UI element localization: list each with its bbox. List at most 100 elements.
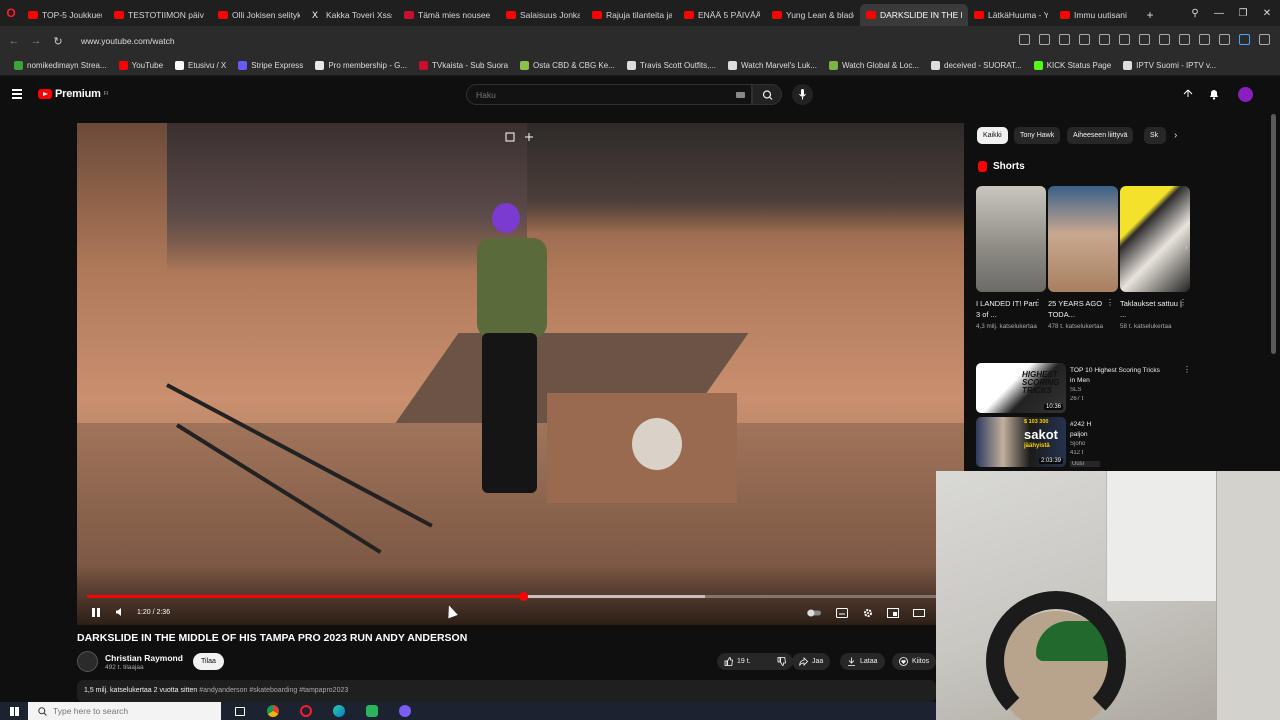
reload-button[interactable]: ↻	[47, 35, 69, 48]
shorts-next-arrow-icon[interactable]: ›	[1185, 243, 1188, 252]
cube-icon[interactable]	[1179, 34, 1190, 45]
filter-chip[interactable]: Sk	[1144, 127, 1166, 144]
close-window-button[interactable]: ✕	[1254, 0, 1280, 26]
new-tab-button[interactable]: +	[1140, 8, 1160, 22]
bookmark-item[interactable]: YouTube	[113, 61, 169, 70]
share-button[interactable]: Jaa	[792, 653, 831, 670]
recommended-title[interactable]: #242 H	[1070, 420, 1180, 430]
fullscreen-icon[interactable]	[913, 608, 925, 618]
expand-overlay-icon[interactable]	[524, 132, 534, 142]
filter-chip[interactable]: Kaikki	[977, 127, 1008, 144]
progress-bar[interactable]	[87, 592, 937, 601]
browser-tab[interactable]: X Kakka Toveri Xsssi	[306, 4, 398, 26]
filter-chip[interactable]: Aiheeseen liittyvä	[1067, 127, 1134, 144]
discord-app-icon[interactable]	[391, 702, 419, 720]
vpn-icon[interactable]	[1119, 34, 1130, 45]
play-icon[interactable]	[1139, 34, 1150, 45]
browser-tab[interactable]: ENÄÄ 5 PÄIVÄÄ ▲	[678, 4, 766, 26]
like-button[interactable]: 19 t.	[724, 657, 751, 666]
edit-icon[interactable]	[1039, 34, 1050, 45]
channel-avatar[interactable]	[77, 651, 98, 672]
short-menu-kebab-icon[interactable]: ⋮	[1106, 298, 1114, 307]
browser-tab[interactable]: Tämä mies nousee	[398, 4, 500, 26]
list-icon[interactable]	[1199, 34, 1210, 45]
task-view-icon[interactable]	[226, 702, 254, 720]
notifications-bell-icon[interactable]	[1207, 87, 1221, 101]
green-app-icon[interactable]	[358, 702, 386, 720]
browser-tab[interactable]: Immu uutisani	[1054, 4, 1140, 26]
heart-icon[interactable]	[1159, 34, 1170, 45]
filter-chip[interactable]: Tony Hawk	[1014, 127, 1061, 144]
opera-logo-icon[interactable]: O	[0, 0, 22, 26]
search-tabs-icon[interactable]: ⚲	[1182, 0, 1208, 26]
recommended-menu-kebab-icon[interactable]: ⋮	[1183, 365, 1191, 374]
volume-button[interactable]	[115, 605, 125, 619]
bookmark-item[interactable]: Watch Marvel's Luk...	[722, 61, 823, 70]
short-menu-kebab-icon[interactable]: ⋮	[1034, 298, 1042, 307]
zoom-icon[interactable]	[1019, 34, 1030, 45]
settings-gear-icon[interactable]	[862, 608, 874, 618]
recommended-thumbnail[interactable]: HIGHEST SCORING TRICKS 10:36	[976, 363, 1066, 413]
short-title[interactable]: Taklaukset sattuu | ...	[1120, 298, 1182, 320]
youtube-premium-logo[interactable]: Premium FI	[38, 88, 108, 100]
bookmark-item[interactable]: KICK Status Page	[1028, 61, 1117, 70]
subscribe-button[interactable]: Tilaa	[193, 653, 224, 670]
recommended-title[interactable]: TOP 10 Highest Scoring Tricks	[1070, 366, 1180, 376]
channel-name[interactable]: Christian Raymond	[105, 653, 183, 663]
bookmark-item[interactable]: Watch Global & Loc...	[823, 61, 925, 70]
chips-next-arrow-icon[interactable]: ›	[1174, 130, 1177, 141]
bookmark-item[interactable]: Stripe Express	[232, 61, 309, 70]
upload-icon[interactable]	[1181, 87, 1195, 101]
search-input[interactable]	[467, 85, 717, 100]
description-box[interactable]: 1,5 milj. katselukertaa 2 vuotta sitten …	[77, 680, 936, 702]
browser-tab[interactable]: TESTOTIIMON päiv	[108, 4, 212, 26]
chrome-app-icon[interactable]	[259, 702, 287, 720]
menu-icon[interactable]	[1259, 34, 1270, 45]
browser-tab[interactable]: TOP-5 Joukkueuuso	[22, 4, 108, 26]
bookmark-item[interactable]: Osta CBD & CBG Ke...	[514, 61, 621, 70]
menu-hamburger-icon[interactable]	[12, 89, 22, 99]
maximize-button[interactable]: ❐	[1230, 0, 1256, 26]
browser-tab[interactable]: Salaisuus Jonka Vie	[500, 4, 586, 26]
download-icon[interactable]	[1099, 34, 1110, 45]
bookmark-item[interactable]: nomikedimayn Strea...	[8, 61, 113, 70]
short-title[interactable]: I LANDED IT! Part 3 of ...	[976, 298, 1038, 320]
autoplay-toggle-icon[interactable]	[806, 608, 822, 618]
browser-tab[interactable]: Yung Lean & blade	[766, 4, 860, 26]
short-thumbnail[interactable]	[1048, 186, 1118, 292]
recommended-thumbnail[interactable]: $ 103 300 sakot jäähyistä 2:03:39	[976, 417, 1066, 467]
forward-button[interactable]: →	[25, 35, 47, 47]
theater-mode-icon[interactable]	[887, 608, 899, 618]
progress-scrubber-handle[interactable]	[519, 592, 529, 601]
pause-button[interactable]	[92, 605, 102, 619]
wallet-icon[interactable]	[1219, 34, 1230, 45]
thumbs-down-icon[interactable]	[777, 657, 786, 666]
edge-app-icon[interactable]	[325, 702, 353, 720]
description-tags[interactable]: #andyanderson #skateboarding #tampapro20…	[199, 687, 348, 694]
address-bar-url[interactable]: www.youtube.com/watch	[81, 36, 175, 46]
browser-tab[interactable]: Olli Jokisen selityk	[212, 4, 306, 26]
camera-icon[interactable]	[1059, 34, 1070, 45]
extension-icon[interactable]	[1079, 34, 1090, 45]
page-scrollbar[interactable]	[1271, 114, 1276, 354]
bookmark-item[interactable]: IPTV Suomi - IPTV v...	[1117, 61, 1222, 70]
miniplayer-overlay-icon[interactable]	[505, 132, 515, 142]
bookmark-item[interactable]: Pro membership - G...	[309, 61, 413, 70]
video-player[interactable]: 1:20 / 2:36	[77, 123, 964, 625]
short-thumbnail[interactable]	[1120, 186, 1190, 292]
bookmark-item[interactable]: Travis Scott Outfits,...	[621, 61, 722, 70]
short-title[interactable]: 25 YEARS AGO TODA...	[1048, 298, 1110, 320]
search-button[interactable]	[752, 84, 782, 105]
taskbar-search-input[interactable]	[53, 706, 203, 716]
short-menu-kebab-icon[interactable]: ⋮	[1179, 298, 1187, 307]
account-avatar[interactable]	[1238, 87, 1253, 102]
minimize-button[interactable]: —	[1206, 0, 1232, 26]
aria-icon[interactable]	[1239, 34, 1250, 45]
voice-search-button[interactable]	[792, 84, 813, 105]
bookmark-item[interactable]: TVkaista - Sub Suora	[413, 61, 514, 70]
browser-tab[interactable]: DARKSLIDE IN THE MI	[860, 4, 968, 26]
short-thumbnail[interactable]	[976, 186, 1046, 292]
bookmark-item[interactable]: Etusivu / X	[169, 61, 232, 70]
browser-tab[interactable]: Rajuja tilanteita ja p	[586, 4, 678, 26]
back-button[interactable]: ←	[3, 35, 25, 47]
